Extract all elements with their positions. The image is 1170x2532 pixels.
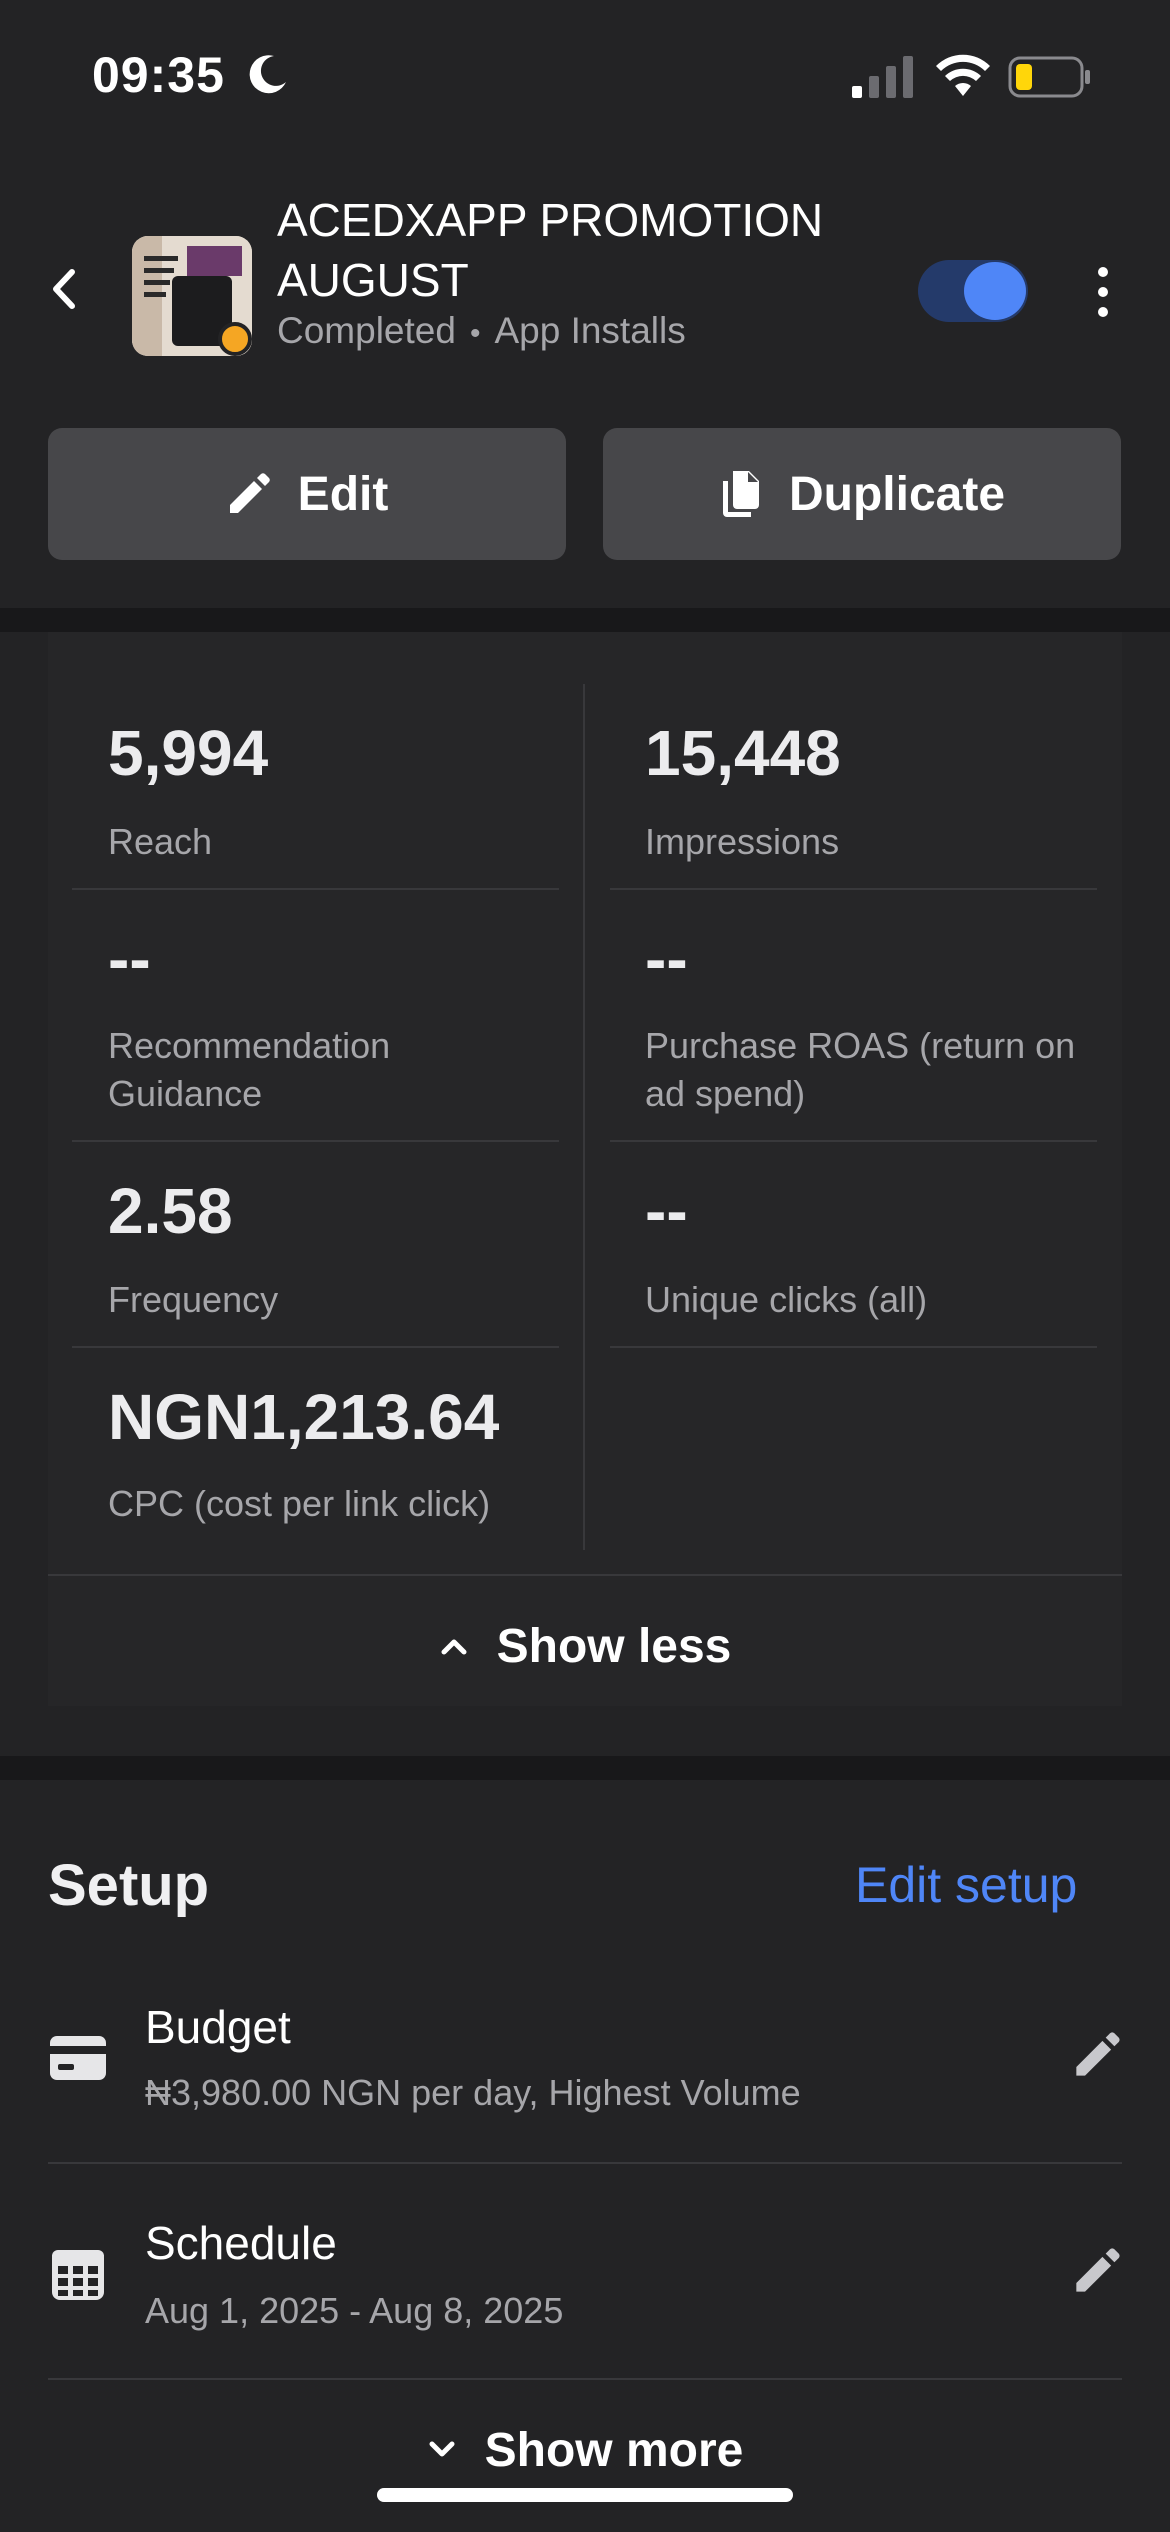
metric-divider xyxy=(72,1140,559,1142)
metric-label-impressions: Impressions xyxy=(645,821,840,862)
metric-label-purchase-roas: Purchase ROAS (return on ad spend) xyxy=(645,1025,1076,1114)
section-divider xyxy=(0,1756,1170,1780)
budget-title: Budget xyxy=(145,2001,291,2053)
section-divider xyxy=(0,608,1170,632)
duplicate-icon xyxy=(722,471,759,517)
metric-value-cpc: NGN1,213.64 xyxy=(108,1381,500,1453)
show-more-button[interactable]: Show more xyxy=(0,2410,1170,2490)
schedule-title: Schedule xyxy=(145,2217,337,2269)
metrics-card xyxy=(48,632,1122,1706)
home-indicator[interactable] xyxy=(377,2488,793,2502)
metric-label-frequency: Frequency xyxy=(108,1279,279,1320)
metric-value-frequency: 2.58 xyxy=(108,1175,233,1247)
campaign-toggle-knob[interactable] xyxy=(964,262,1026,320)
metric-label-unique-clicks: Unique clicks (all) xyxy=(645,1279,928,1320)
show-less-label: Show less xyxy=(496,1619,732,1673)
duplicate-button[interactable]: Duplicate xyxy=(603,428,1121,560)
metric-label-cpc: CPC (cost per link click) xyxy=(108,1483,491,1524)
metric-label-recommendation: Recommendation Guidance xyxy=(108,1025,391,1114)
setup-title: Setup xyxy=(48,1853,210,1918)
back-button[interactable] xyxy=(40,262,90,316)
campaign-objective: App Installs xyxy=(494,310,686,351)
metric-value-purchase-roas: -- xyxy=(645,923,688,995)
edit-budget-pencil-icon[interactable] xyxy=(1072,2030,1122,2080)
metric-divider xyxy=(610,1346,1097,1348)
signal-icon xyxy=(852,56,913,98)
setup-row-divider xyxy=(48,2162,1122,2164)
show-less-button[interactable]: Show less xyxy=(0,1606,1170,1686)
campaign-subtitle: Completed • App Installs xyxy=(277,310,686,352)
subtitle-separator: • xyxy=(469,317,481,350)
status-dot xyxy=(218,322,252,356)
setup-row-divider xyxy=(48,2378,1122,2380)
duplicate-button-label: Duplicate xyxy=(788,467,1006,521)
budget-subtitle: ₦3,980.00 NGN per day, Highest Volume xyxy=(145,2072,801,2113)
metric-divider xyxy=(72,888,559,890)
show-more-label: Show more xyxy=(484,2423,744,2477)
wifi-icon xyxy=(936,54,990,96)
campaign-title: ACEDXAPP PROMOTION AUGUST xyxy=(277,194,824,306)
metric-value-reach: 5,994 xyxy=(108,717,269,789)
edit-setup-link[interactable]: Edit setup xyxy=(855,1856,1077,1914)
calendar-icon xyxy=(52,2250,104,2300)
battery-icon xyxy=(1008,56,1090,98)
campaign-status: Completed xyxy=(277,310,456,351)
card-icon xyxy=(50,2036,106,2080)
metrics-footer-divider xyxy=(48,1574,1122,1576)
metric-value-unique-clicks: -- xyxy=(645,1175,688,1247)
edit-button[interactable]: Edit xyxy=(48,428,566,560)
metric-value-impressions: 15,448 xyxy=(645,717,841,789)
metric-divider xyxy=(610,1140,1097,1142)
schedule-subtitle: Aug 1, 2025 - Aug 8, 2025 xyxy=(145,2290,564,2331)
chevron-up-icon xyxy=(441,1639,467,1655)
metrics-column-divider xyxy=(583,684,585,1550)
chevron-down-icon xyxy=(429,2441,455,2457)
moon-icon xyxy=(249,55,286,94)
status-time: 09:35 xyxy=(92,47,225,103)
metric-divider xyxy=(610,888,1097,890)
edit-schedule-pencil-icon[interactable] xyxy=(1072,2246,1122,2296)
more-options-icon[interactable] xyxy=(1088,262,1118,322)
metric-label-reach: Reach xyxy=(108,821,213,862)
edit-button-label: Edit xyxy=(297,467,389,521)
pencil-icon xyxy=(229,473,270,513)
metric-value-recommendation: -- xyxy=(108,923,151,995)
metric-divider xyxy=(72,1346,559,1348)
